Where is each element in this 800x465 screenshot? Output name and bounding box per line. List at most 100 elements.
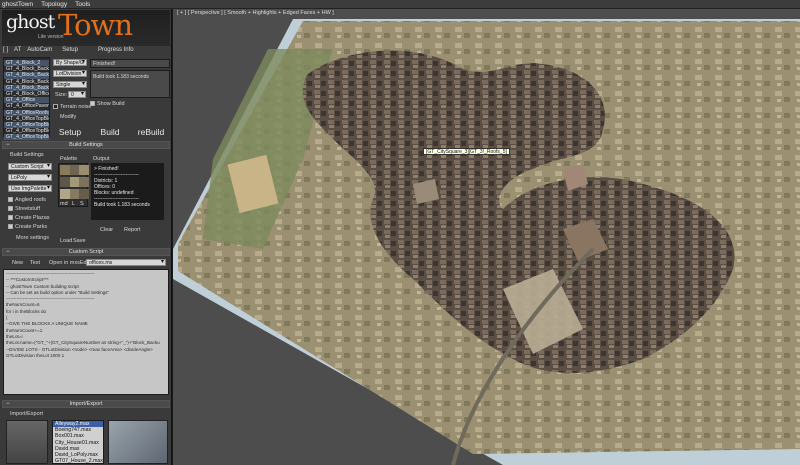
list-item[interactable]: GT_4_OfficeRoofs [4,109,49,116]
tab-bracket[interactable]: [ ] [3,47,8,55]
progress-message: Build took 1.183 seconds [93,74,149,80]
palette-swatch[interactable] [79,189,89,199]
angled-roofs-check-icon[interactable] [8,197,13,203]
script-line: --DIVIDE LOTS - GTLotDivision <node> <ma… [6,346,153,352]
create-plazas-check-icon[interactable] [8,215,13,221]
show-build-checkbox[interactable]: Show Build [90,101,125,107]
perspective-viewport[interactable]: [ + ] [ Perspective ] [ Smooth + Highlig… [173,9,800,465]
custom-script-header[interactable]: − Custom Script [2,248,170,256]
tab-autocam[interactable]: AutoCam [27,47,52,55]
output-box: > Finished! --------------------------- … [91,163,164,220]
create-parks-label: Create Parks [15,224,48,230]
list-item[interactable]: GT07_House_2.max [53,458,103,464]
import-export-header[interactable]: − Import/Export [2,400,170,408]
modify-label[interactable]: Modify [60,114,76,120]
build-settings-header[interactable]: − Build Settings [2,141,170,149]
show-build-label: Show Build [97,101,125,107]
streetstuff-label: Streetstuff [15,206,40,212]
collapse-icon[interactable]: − [6,249,10,256]
progress-message-box: Build took 1.183 seconds [90,70,170,98]
import-export-title: Import/Export [69,401,103,407]
image-palette-dropdown[interactable]: Use ImgPalette [8,185,52,192]
palette-swatch[interactable] [60,165,70,175]
import-file-list[interactable]: Alleyway2.max Boeing747.max Box001.max C… [52,420,104,464]
palette-s[interactable]: S [80,201,84,207]
script-dropdown[interactable]: Custom Script [8,163,52,170]
menu-ghosttown[interactable]: ghostTown [2,1,33,8]
list-item[interactable]: GT_4_Block_Backuti [4,79,49,85]
import-folder-icon[interactable] [6,420,48,464]
collapse-icon[interactable]: − [6,142,10,149]
logo-subtitle: Lite version [38,34,64,40]
custom-script-title: Custom Script [68,249,104,255]
logo-ghost-text: ghost [6,11,55,33]
list-item[interactable]: City_House01.max [53,440,103,446]
setup-button[interactable]: Setup [52,126,88,138]
palette-swatch[interactable] [69,177,80,187]
report-button[interactable]: Report [124,227,141,233]
single-dropdown[interactable]: Single [53,81,87,88]
open-mxsed-button[interactable]: Open in mxsEd [49,260,87,266]
palette-l[interactable]: L [72,201,75,207]
script-line: theLot.name=("GT_"+(GT_CitySquareNumber … [6,340,160,346]
list-item[interactable]: GT_4_OfficeTopBlo [4,116,49,122]
logo-town-text: Town [58,10,133,42]
build-settings-label: Build Settings [10,152,44,158]
menu-tools[interactable]: Tools [75,1,90,8]
poly-dropdown[interactable]: LoPoly [8,174,52,181]
shape-dropdown[interactable]: By Shape/G [53,59,87,66]
lot-division-dropdown[interactable]: LotDivision [53,70,87,77]
angled-roofs-checkbox[interactable]: Angled roofs [8,197,46,203]
script-file-dropdown[interactable]: offices.ms [86,259,166,266]
ghosttown-logo: ghost Town Lite version [2,10,170,46]
terrain-noise-label: Terrain noise [60,104,92,110]
city-render[interactable] [173,9,800,465]
output-label: Output [93,156,110,162]
create-plazas-checkbox[interactable]: Create Plazas [8,215,50,221]
list-item[interactable]: GT_4_OfficePavem [4,103,49,109]
script-line: GTLotDivision theLot 1000 1 [6,352,65,358]
import-export-label: Import/Export [10,411,44,417]
progress-status: Finished! [93,61,116,67]
viewport-label[interactable]: [ + ] [ Perspective ] [ Smooth + Highlig… [177,10,334,16]
build-settings-title: Build Settings [69,142,103,148]
panel-tabs: [ ] AT AutoCam Setup Progress Info [3,47,171,55]
palette-swatch[interactable] [60,189,70,199]
new-script-button[interactable]: New [12,260,23,266]
palette-swatch[interactable] [69,165,80,175]
palette-swatch[interactable] [79,165,89,175]
output-line: Build took 1.183 seconds [94,202,150,208]
tab-setup[interactable]: Setup [62,47,78,55]
test-script-button[interactable]: Test [30,260,40,266]
list-item[interactable]: GT_4_OfficeTopBlo [4,134,49,141]
tab-progress-info[interactable]: Progress Info [98,47,134,55]
object-list[interactable]: GT_4_Block_2 GT_4_Block_Backuti GT_4_Blo… [3,57,50,141]
show-build-check-icon[interactable] [90,101,95,107]
progress-status-field: Finished! [90,59,170,68]
more-settings-link[interactable]: More settings [16,235,49,241]
build-button[interactable]: Build [90,126,130,138]
palette-save-button[interactable]: Save [73,238,86,244]
palette-md[interactable]: md [60,201,68,207]
collapse-icon[interactable]: − [6,401,10,408]
palette-swatch[interactable] [79,177,89,187]
size-spinner[interactable]: 0 [68,91,86,98]
terrain-noise-check-icon[interactable] [53,104,58,110]
terrain-noise-checkbox[interactable]: Terrain noise [53,104,92,110]
tab-at[interactable]: AT [14,47,21,55]
rebuild-button[interactable]: reBuild [132,126,170,138]
streetstuff-check-icon[interactable] [8,206,13,212]
palette-swatch[interactable] [69,189,80,199]
clear-button[interactable]: Clear [100,227,113,233]
palette-load-button[interactable]: Load [60,238,72,244]
create-parks-check-icon[interactable] [8,224,13,230]
model-preview-thumbnail [108,420,168,464]
streetstuff-checkbox[interactable]: Streetstuff [8,206,40,212]
size-label: Size: [55,92,68,98]
menu-topology[interactable]: Topology [41,1,67,8]
list-item[interactable]: GT_4_Block_Backuti [4,72,49,79]
script-editor[interactable]: ----------------------------------------… [3,269,169,395]
palette-swatch[interactable] [60,177,70,187]
create-parks-checkbox[interactable]: Create Parks [8,224,47,230]
ghosttown-panel: ghost Town Lite version [ ] AT AutoCam S… [0,9,172,465]
